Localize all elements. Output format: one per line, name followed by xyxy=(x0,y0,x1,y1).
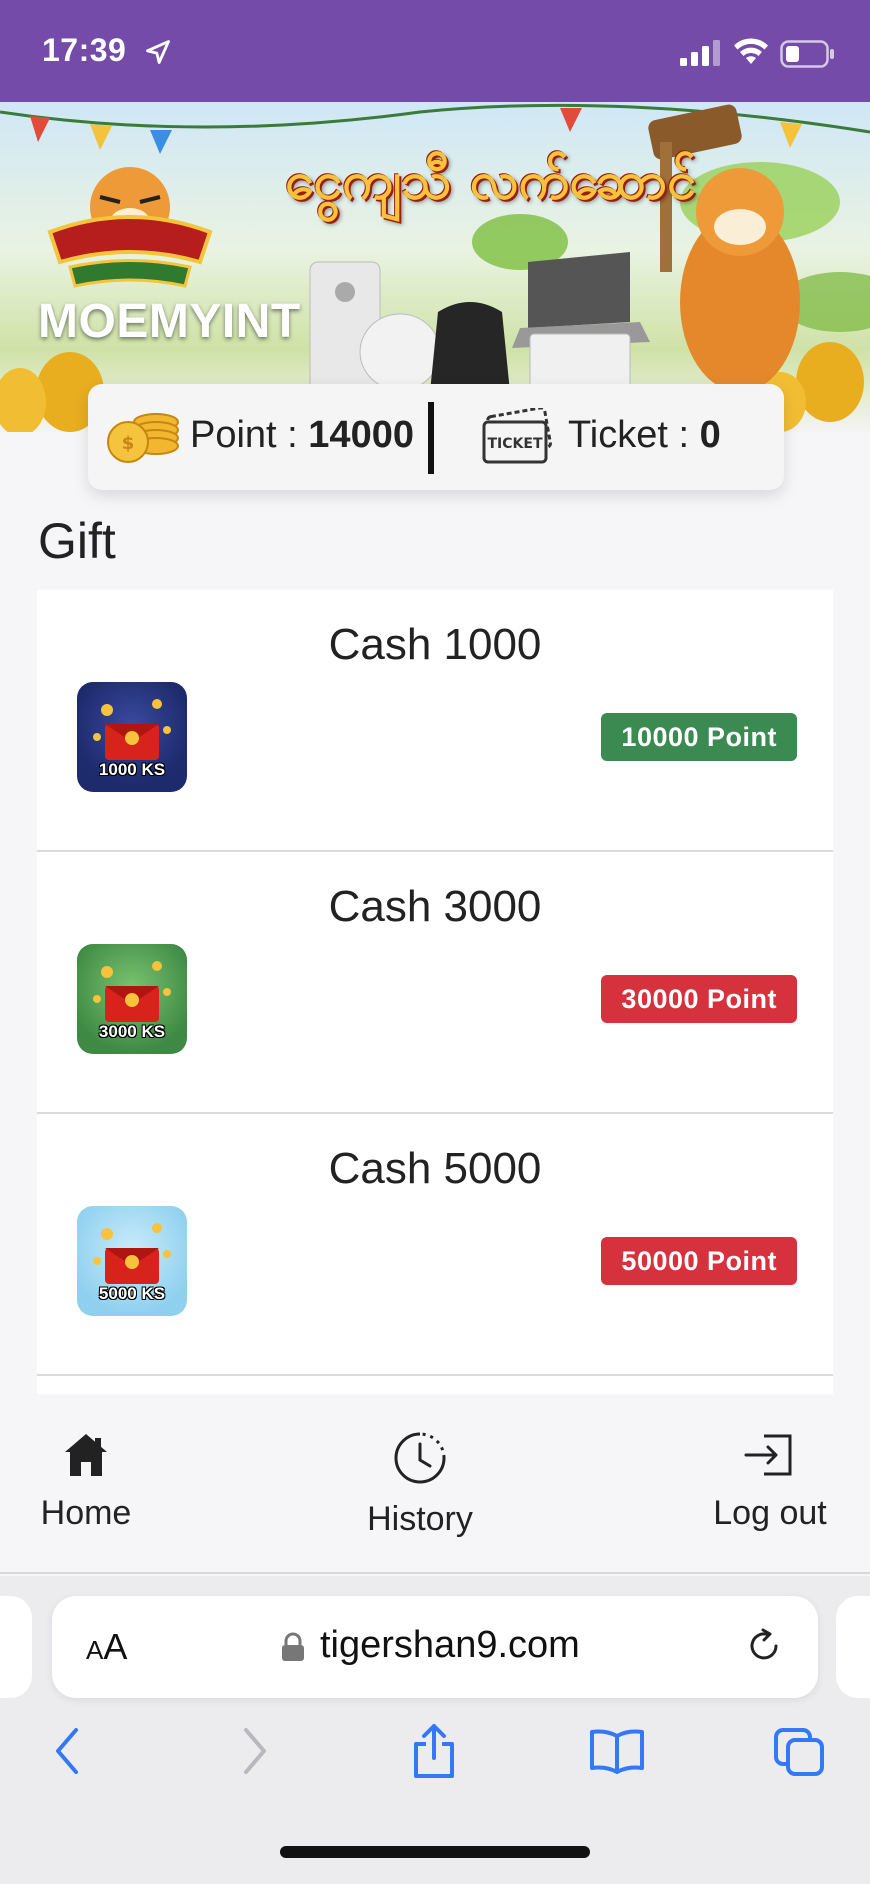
battery-icon xyxy=(780,40,834,68)
history-clock-icon xyxy=(394,1432,446,1484)
gift-item-partial[interactable] xyxy=(37,1376,833,1394)
username: MOEMYINT xyxy=(38,295,301,348)
nav-logout-label: Log out xyxy=(713,1494,827,1532)
browser-toolbar: AA tigershan9.com xyxy=(0,1576,870,1884)
ticket-icon-text: TICKET xyxy=(488,436,543,452)
home-icon xyxy=(65,1434,107,1476)
home-indicator[interactable] xyxy=(280,1846,590,1858)
coin-stack-icon: $ xyxy=(107,413,179,463)
gift-thumbnail: 3000 KS xyxy=(77,944,187,1054)
gift-name: Cash 1000 xyxy=(328,620,542,669)
promo-banner: ငွေကျသီ လက်ဆောင် MOEMYINT xyxy=(0,102,870,432)
tiger9-logo xyxy=(47,167,213,288)
point-value: 14000 xyxy=(308,414,414,456)
ticket-balance: Ticket : 0 xyxy=(568,414,721,457)
bookmarks-icon[interactable] xyxy=(588,1728,646,1774)
svg-text:$: $ xyxy=(122,433,135,454)
reload-icon[interactable] xyxy=(744,1626,784,1666)
cellular-signal-icon xyxy=(680,40,720,66)
logout-icon xyxy=(744,1434,792,1476)
gift-thumbnail: 5000 KS xyxy=(77,1206,187,1316)
redeem-price-button[interactable]: 10000 Point xyxy=(601,713,797,761)
tabs-icon[interactable] xyxy=(772,1726,826,1778)
gift-heading: Gift xyxy=(38,513,116,569)
address-bar[interactable]: AA tigershan9.com xyxy=(52,1596,818,1698)
bottom-nav: Home History Log out xyxy=(0,1394,870,1574)
gift-thumb-label: 3000 KS xyxy=(98,1022,166,1041)
url-text[interactable]: tigershan9.com xyxy=(320,1624,580,1667)
redeem-price-button[interactable]: 50000 Point xyxy=(601,1237,797,1285)
point-label: Point : xyxy=(190,414,309,456)
gift-thumb-label: 5000 KS xyxy=(98,1284,166,1303)
gift-item-cash-3000[interactable]: Cash 3000 3000 KS 30000 Point xyxy=(37,852,833,1114)
redeem-price-button[interactable]: 30000 Point xyxy=(601,975,797,1023)
ticket-label: Ticket : xyxy=(568,414,700,456)
nav-history[interactable]: History xyxy=(350,1430,490,1539)
point-balance: Point : 14000 xyxy=(190,414,414,457)
status-time: 17:39 xyxy=(42,32,127,68)
back-icon[interactable] xyxy=(52,1726,82,1776)
lock-icon xyxy=(282,1632,304,1661)
wifi-icon xyxy=(734,38,768,64)
gift-name: Cash 3000 xyxy=(328,882,542,931)
share-icon[interactable] xyxy=(410,1722,458,1780)
gift-list[interactable]: Cash 1000 1000 KS 10000 Point Cash 3000 xyxy=(37,590,833,1394)
ticket-value: 0 xyxy=(699,414,721,456)
reader-text-size-button[interactable]: AA xyxy=(86,1626,127,1668)
forward-icon[interactable] xyxy=(240,1726,270,1776)
next-tab-preview[interactable] xyxy=(836,1596,870,1698)
gift-name: Cash 5000 xyxy=(328,1144,542,1193)
previous-tab-preview[interactable] xyxy=(0,1596,32,1698)
nav-history-label: History xyxy=(367,1500,473,1538)
gift-item-cash-1000[interactable]: Cash 1000 1000 KS 10000 Point xyxy=(37,590,833,852)
status-bar: 17:39 xyxy=(0,0,870,102)
gift-thumbnail: 1000 KS xyxy=(77,682,187,792)
nav-logout[interactable]: Log out xyxy=(700,1430,840,1533)
balance-divider xyxy=(428,402,434,474)
balance-card: $ Point : 14000 TICKET Ticket : 0 xyxy=(88,384,784,490)
gift-item-cash-5000[interactable]: Cash 5000 5000 KS 50000 Point xyxy=(37,1114,833,1376)
gift-thumb-label: 1000 KS xyxy=(98,760,166,779)
location-arrow-icon xyxy=(146,40,170,64)
nav-home[interactable]: Home xyxy=(36,1430,136,1533)
ticket-icon: TICKET xyxy=(482,408,552,464)
banner-title: ငွေကျသီ လက်ဆောင် xyxy=(285,150,696,211)
nav-home-label: Home xyxy=(40,1494,132,1532)
